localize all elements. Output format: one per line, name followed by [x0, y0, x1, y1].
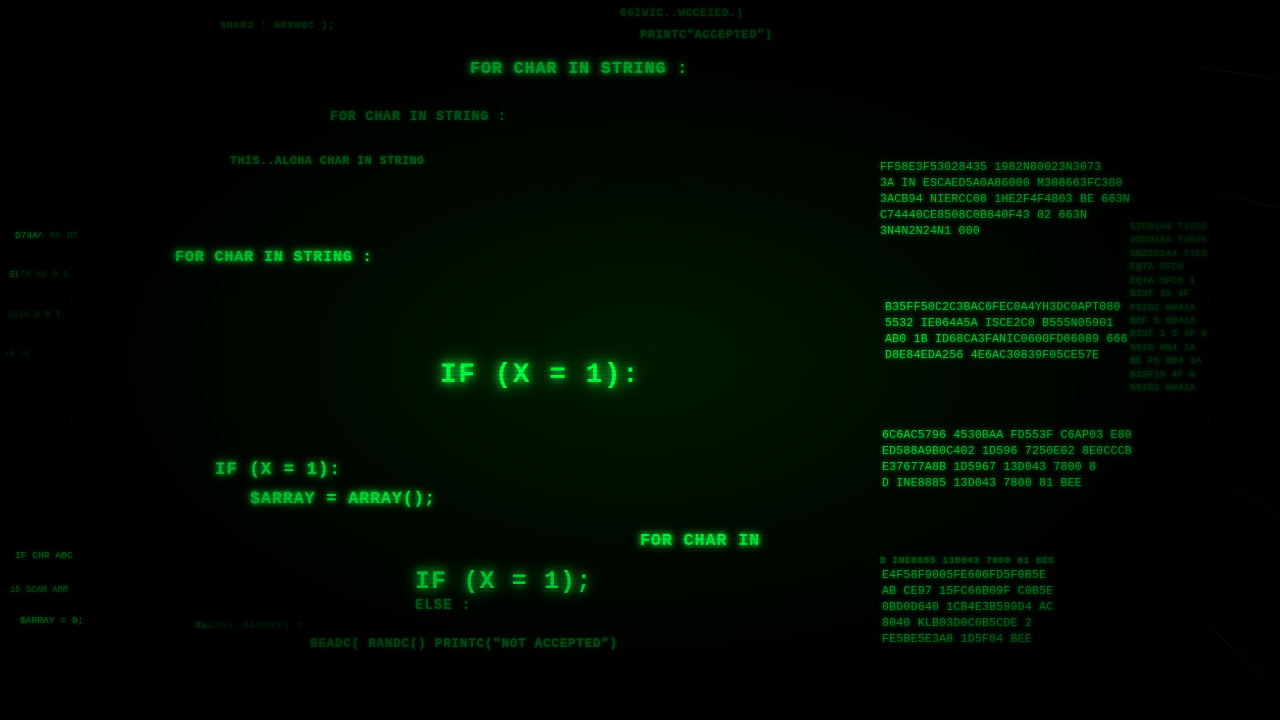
code-line-line5: FOR CHAR IN STRING : — [330, 110, 507, 125]
code-line-line7: FOR CHAR IN STRING : — [175, 248, 372, 266]
code-container: 66IWIC..WCCEIED.) PRINTC"ACCEPTED") FOR CH… — [0, 0, 1280, 720]
code-line-line3: FOR CHAR IN STRING : — [470, 60, 688, 79]
code-line-line16: D INE8885 13D043 7800 81 BEE — [880, 555, 1055, 566]
hex-block-hex5-far-right: 5ZC01A4 T1E8B3ZCO1A4 T2E885BZCO1A4 T1E8E… — [1130, 220, 1207, 394]
code-line-line10: $ARRAY = ARRAY(); — [250, 490, 435, 509]
hex-block-hex3: 6C6AC5796 4530BAA FD553F C6AP03 E80ED588… — [882, 428, 1132, 492]
rstreak-3: ──────────────────── — [1225, 479, 1280, 529]
code-line-line11: FOR CHAR IN — [640, 532, 760, 551]
left-code-lc4: LB LS — [5, 350, 29, 359]
code-line-line9: IF (X = 1): — [215, 460, 341, 480]
hex-block-hex1: FF58E3F53028435 1982N80023N30733A IN ESC… — [880, 160, 1130, 241]
left-code-lc5: IF CHR ABC — [15, 550, 73, 561]
rstreak-0: ──────────────────── — [1200, 65, 1277, 83]
hex-block-hex4: E4F58F9005FE606FD5F0B5EAB CE97 15FC66B09… — [882, 568, 1053, 649]
code-line-line4: $H003 : HKKHBC ); — [220, 20, 335, 32]
left-code-lc3: 2514 0 0 7 — [8, 310, 61, 320]
code-line-line15: BEADC( RANDC() PRINTC("NOT ACCEPTED") — [310, 636, 618, 651]
left-code-lc7: $ARRAY = 0; — [20, 615, 83, 626]
code-line-line14: $EAR0( $ARRAY) = — [195, 620, 303, 632]
code-line-line2: PRINTC"ACCEPTED") — [640, 28, 773, 42]
rstreak-1: ──────────────────── — [1220, 190, 1280, 217]
main-screen: 66IWIC..WCCEIED.) PRINTC"ACCEPTED") FOR CH… — [0, 0, 1280, 720]
left-code-lc1: D74AA 80 DT — [15, 230, 78, 241]
code-line-line13: ELSE : — [415, 598, 471, 614]
code-line-line6: THIS..ALOHA CHAR IN STRING — [230, 155, 425, 168]
left-code-lc2: ELEM A0 0 1 — [10, 270, 68, 280]
left-code-lc6: 15 SCAR ARR — [10, 585, 68, 595]
code-line-line12: IF (X = 1); — [415, 568, 592, 596]
code-line-line1: 66IWIC..WCCEIED.) — [620, 8, 744, 20]
hex-block-hex2: B35FF50C2C3BAC6FEC0A4YH3DC0APT0805532 IE… — [885, 300, 1128, 364]
rstreak-4: ──────────────────── — [1208, 625, 1270, 682]
rstreak-2: ──────────────────── — [1232, 334, 1280, 373]
code-line-line8: IF (X = 1): — [440, 360, 640, 391]
